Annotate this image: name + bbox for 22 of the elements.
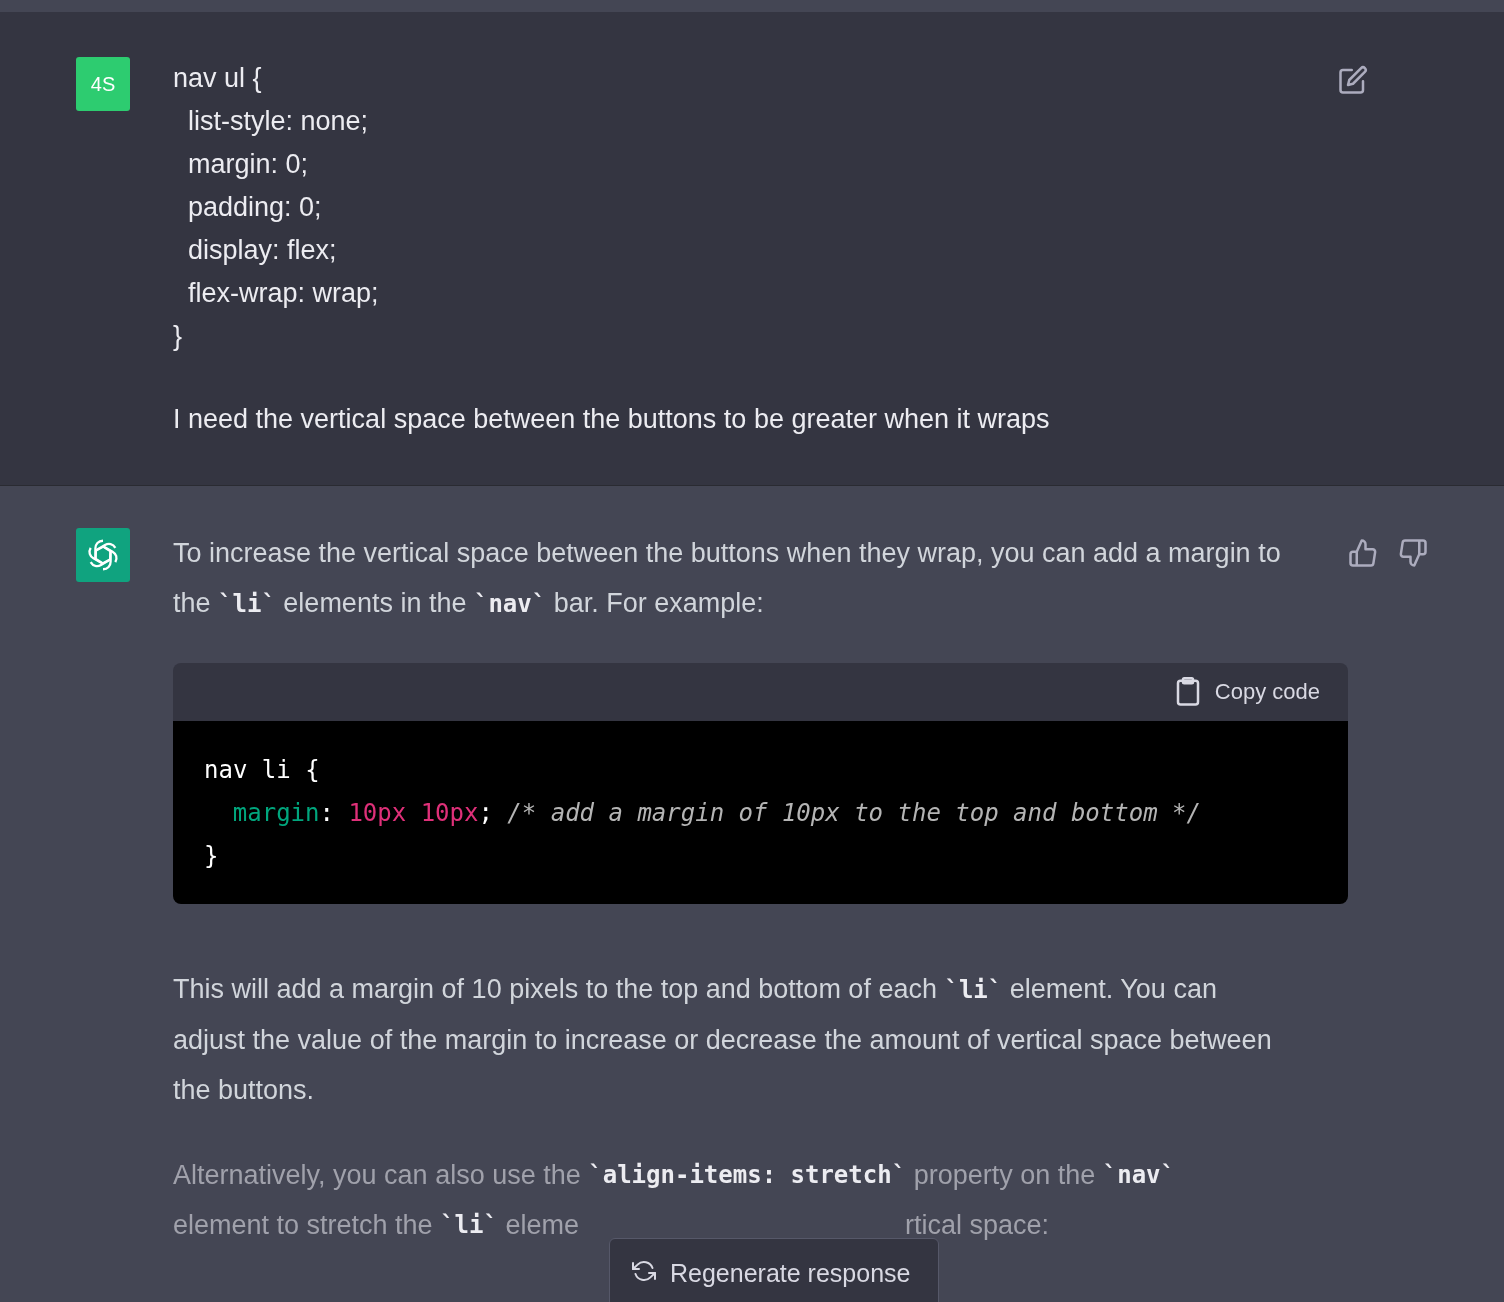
refresh-icon	[632, 1259, 656, 1283]
response-paragraph: To increase the vertical space between the buttons when they wrap, you can add a margin to the `li` elements in the `nav` bar. For example:	[173, 537, 1282, 620]
thumbs-up-icon[interactable]	[1348, 538, 1378, 568]
code-line: nav li {	[204, 755, 321, 786]
message-line: list-style: none;	[187, 105, 370, 138]
user-avatar: 4S	[76, 57, 130, 111]
edit-icon[interactable]	[1338, 65, 1368, 95]
message-line: display: flex;	[187, 234, 338, 267]
code-line: }	[204, 841, 220, 872]
thumbs-down-icon[interactable]	[1398, 538, 1428, 568]
message-line: margin: 0;	[187, 148, 310, 181]
assistant-avatar-icon	[76, 528, 130, 582]
response-paragraph: This will add a margin of 10 pixels to the top and bottom of each `li` element. You can adjust the value of the margin to increase or decrease the amount of vertical space between the buttons.	[173, 973, 1273, 1107]
code-line: margin: 10px 10px; /* add a margin of 10px to the top and bottom */	[231, 798, 1202, 829]
message-line: padding: 0;	[187, 191, 323, 224]
message-line: nav ul {	[173, 62, 263, 95]
message-line: }	[173, 320, 184, 353]
message-text: I need the vertical space between the buttons to be greater when it wraps	[173, 403, 1051, 436]
regenerate-response-button[interactable]: Regenerate response	[609, 1238, 939, 1302]
message-line: flex-wrap: wrap;	[187, 277, 380, 310]
copy-code-button[interactable]: Copy code	[1174, 677, 1320, 707]
clipboard-icon	[1174, 677, 1201, 707]
